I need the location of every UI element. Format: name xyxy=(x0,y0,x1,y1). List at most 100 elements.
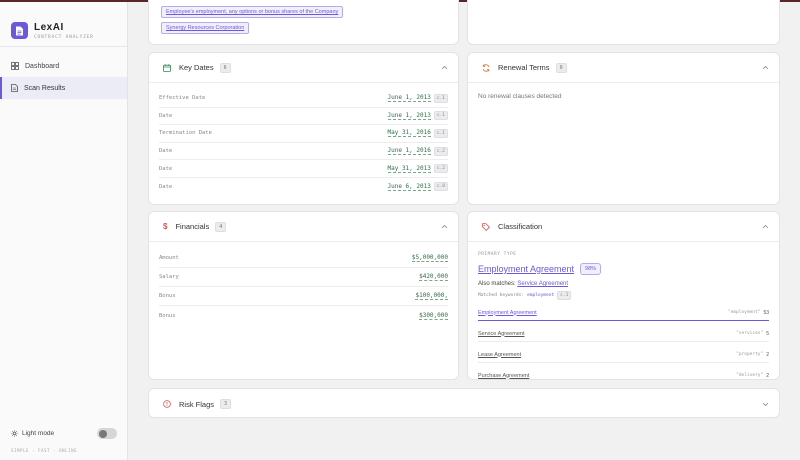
card-title: Classification xyxy=(498,222,543,231)
financial-label: Amount xyxy=(159,255,179,261)
classification-match[interactable]: Purchase Agreement "delivery" 2 xyxy=(478,368,769,379)
toggle-knob xyxy=(98,429,107,438)
financials-header[interactable]: $ Financials 4 xyxy=(149,212,458,242)
top-right-card xyxy=(467,0,780,45)
document-icon xyxy=(11,84,18,92)
dollar-icon: $ xyxy=(163,222,168,231)
date-label: Date xyxy=(159,183,173,190)
sidebar-footer: SIMPLE · FAST · ONLINE xyxy=(11,448,78,453)
date-value[interactable]: June 1, 2016 xyxy=(387,147,431,156)
clause-ref[interactable]: c.2 xyxy=(433,146,448,156)
match-keyword: "employment" xyxy=(727,310,761,315)
brand: LexAI CONTRACT ANALYZER xyxy=(0,2,127,47)
financials-list: Amount $5,000,000 Salary $420,000 Bonus $100,… xyxy=(149,242,458,325)
logo-icon xyxy=(11,22,28,39)
match-count: 5 xyxy=(766,330,769,337)
confidence-badge: 98% xyxy=(580,263,602,275)
card-title: Risk Flags xyxy=(179,399,215,409)
clause-ref[interactable]: c.1 xyxy=(433,128,448,138)
alert-icon xyxy=(163,400,171,408)
app-subtitle: CONTRACT ANALYZER xyxy=(34,34,94,40)
financial-label: Bonus xyxy=(159,293,176,299)
parties-card: Employee's employment, any options or bo… xyxy=(148,0,459,45)
sidebar-item-label: Dashboard xyxy=(25,62,60,70)
card-title: Renewal Terms xyxy=(498,63,550,72)
date-label: Effective Date xyxy=(159,95,206,102)
clause-ref[interactable]: c.1 xyxy=(433,93,448,103)
renewal-header[interactable]: Renewal Terms 0 xyxy=(468,53,779,83)
primary-type-value[interactable]: Employment Agreement xyxy=(478,264,574,274)
also-matches-link[interactable]: Service Agreement xyxy=(517,281,568,287)
classification-header[interactable]: Classification xyxy=(468,212,779,242)
sun-icon xyxy=(11,430,18,437)
refresh-icon xyxy=(482,63,490,72)
clause-ref: c.1 xyxy=(557,291,572,300)
primary-type-label: PRIMARY TYPE xyxy=(478,252,517,257)
date-label: Date xyxy=(159,112,173,119)
date-value[interactable]: May 31, 2016 xyxy=(387,129,431,138)
card-title: Key Dates xyxy=(179,63,214,72)
financial-value[interactable]: $5,000,000 xyxy=(411,254,448,262)
match-keyword: "property" xyxy=(736,352,764,357)
sidebar-nav: Dashboard Scan Results xyxy=(0,47,127,99)
match-name[interactable]: Purchase Agreement xyxy=(478,373,529,379)
classification-match[interactable]: Employment Agreement "employment" 53 xyxy=(478,305,769,321)
date-value[interactable]: May 31, 2013 xyxy=(387,165,431,173)
financial-row: Bonus $100,000, xyxy=(159,287,448,306)
match-name[interactable]: Lease Agreement xyxy=(478,352,521,358)
party-tag[interactable]: Employee's employment, any options or bo… xyxy=(161,6,344,18)
date-value[interactable]: June 1, 2013 xyxy=(387,94,431,103)
date-row: Termination Date May 31, 2016 c.1 xyxy=(159,125,448,143)
match-name[interactable]: Employment Agreement xyxy=(478,310,537,316)
sidebar: LexAI CONTRACT ANALYZER Dashboard Scan R… xyxy=(0,2,128,460)
match-count: 53 xyxy=(763,309,769,316)
classification-match[interactable]: Lease Agreement "property" 2 xyxy=(478,347,769,363)
key-dates-card: Key Dates 6 Effective Date June 1, 2013 c.… xyxy=(148,52,459,205)
chevron-up-icon[interactable] xyxy=(441,65,448,70)
risk-flags-header[interactable]: Risk Flags 3 xyxy=(149,389,779,417)
count-badge: 3 xyxy=(220,399,232,409)
light-mode-label: Light mode xyxy=(22,430,55,437)
date-row: Date June 1, 2013 c.1 xyxy=(159,108,448,126)
chevron-up-icon[interactable] xyxy=(762,65,769,70)
match-name[interactable]: Service Agreement xyxy=(478,331,524,337)
empty-state: No renewal clauses detected xyxy=(478,93,562,100)
light-mode-row: Light mode xyxy=(11,428,117,439)
financial-value[interactable]: $100,000, xyxy=(415,292,448,300)
keywords-value: employment xyxy=(527,293,555,298)
financial-value[interactable]: $420,000 xyxy=(419,273,448,281)
date-label: Date xyxy=(159,148,173,155)
tag-icon xyxy=(482,222,490,231)
sidebar-item-dashboard[interactable]: Dashboard xyxy=(0,55,127,77)
date-row: Date May 31, 2013 c.2 xyxy=(159,160,448,178)
count-badge: 6 xyxy=(219,62,231,73)
chevron-up-icon[interactable] xyxy=(762,224,769,229)
clause-ref[interactable]: c.2 xyxy=(433,164,448,174)
financial-value[interactable]: $300,000 xyxy=(419,312,448,320)
party-tag[interactable]: Synergy Resources Corporation xyxy=(161,22,250,34)
app-name: LexAI xyxy=(34,21,64,33)
renewal-terms-card: Renewal Terms 0 No renewal clauses detec… xyxy=(467,52,780,205)
chevron-up-icon[interactable] xyxy=(441,224,448,229)
clause-ref[interactable]: c.8 xyxy=(433,182,448,192)
clause-ref[interactable]: c.1 xyxy=(433,111,448,121)
keywords-label: Matched keywords: xyxy=(478,293,525,298)
key-dates-header[interactable]: Key Dates 6 xyxy=(149,53,458,83)
sidebar-item-scan-results[interactable]: Scan Results xyxy=(0,77,127,99)
date-label: Date xyxy=(159,165,173,172)
chevron-down-icon[interactable] xyxy=(762,402,769,407)
classification-match[interactable]: Service Agreement "services" 5 xyxy=(478,326,769,342)
financial-row: Amount $5,000,000 xyxy=(159,249,448,268)
match-count: 2 xyxy=(766,372,769,379)
financial-label: Bonus xyxy=(159,312,176,319)
date-row: Date June 6, 2013 c.8 xyxy=(159,178,448,196)
classification-card: Classification PRIMARY TYPE Employment A… xyxy=(467,211,780,380)
risk-flags-card: Risk Flags 3 xyxy=(148,388,780,418)
financial-label: Salary xyxy=(159,274,179,280)
date-row: Effective Date June 1, 2013 c.1 xyxy=(159,90,448,108)
match-list: Employment Agreement "employment" 53 Servic… xyxy=(478,305,769,379)
date-value[interactable]: June 6, 2013 xyxy=(387,183,431,191)
sidebar-item-label: Scan Results xyxy=(24,84,66,92)
date-value[interactable]: June 1, 2013 xyxy=(387,112,431,120)
light-mode-toggle[interactable] xyxy=(97,428,117,439)
